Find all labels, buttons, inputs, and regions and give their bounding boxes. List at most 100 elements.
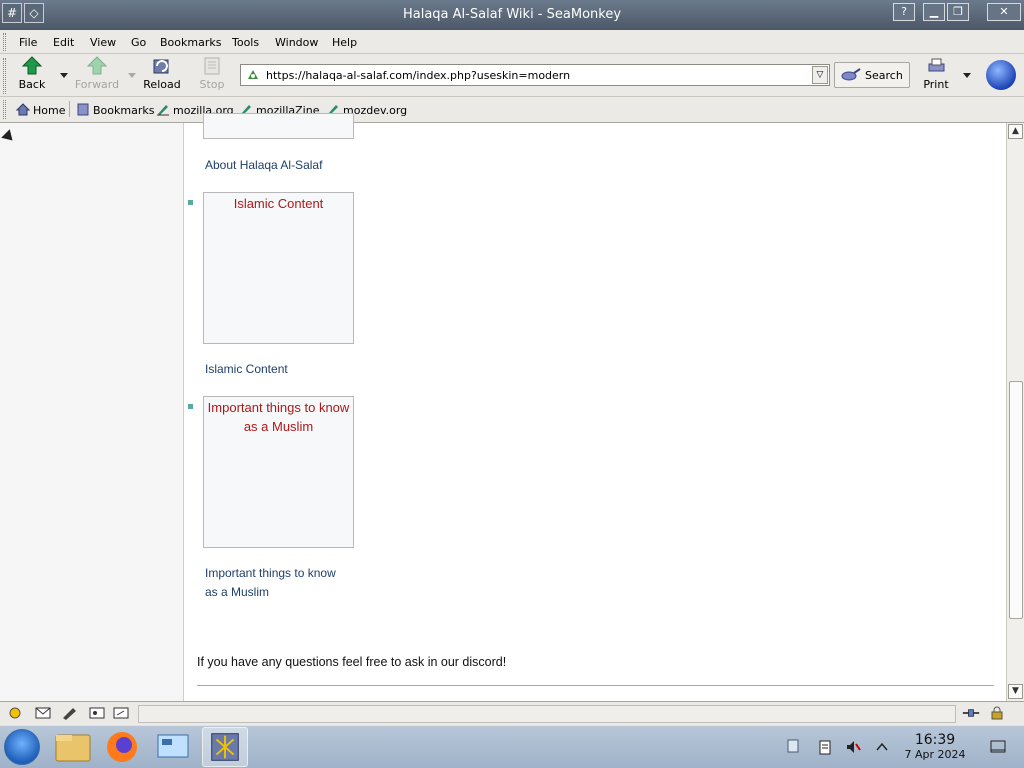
box-title-line[interactable]: Islamic Content	[204, 194, 353, 213]
reload-label: Reload	[143, 78, 181, 91]
list-bullet	[188, 404, 193, 409]
file-manager-icon[interactable]	[50, 727, 96, 767]
menu-view[interactable]: View	[90, 36, 116, 49]
forward-label: Forward	[74, 78, 120, 91]
box-title-line[interactable]: as a Muslim	[204, 417, 353, 436]
home-label: Home	[33, 104, 66, 117]
caption-line[interactable]: Islamic Content	[205, 362, 288, 376]
window-title: Halaqa Al-Salaf Wiki - SeaMonkey	[402, 7, 622, 22]
caption-line[interactable]: About Halaqa Al-Salaf	[205, 158, 322, 172]
sidebar	[0, 123, 184, 701]
chatzilla-icon[interactable]	[112, 706, 130, 720]
reload-button[interactable]: Reload	[138, 56, 186, 94]
seamonkey-throbber-icon[interactable]	[986, 60, 1016, 90]
toolbar-grip[interactable]	[3, 58, 6, 94]
toolbar-grip[interactable]	[3, 33, 6, 51]
clock-date: 7 Apr 2024	[904, 748, 966, 761]
help-button[interactable]: ?	[893, 3, 915, 21]
vertical-scrollbar[interactable]: ▲ ▼	[1006, 123, 1024, 701]
home-link[interactable]: Home	[16, 103, 65, 117]
section-box-important-things[interactable]: Important things to know as a Muslim	[203, 396, 354, 548]
section-box-about[interactable]	[203, 113, 354, 139]
menu-bookmarks[interactable]: Bookmarks	[160, 36, 221, 49]
os-taskbar: 16:39 7 Apr 2024	[0, 725, 1024, 768]
url-bar[interactable]: https://halaqa-al-salaf.com/index.php?us…	[240, 64, 830, 86]
bookmarks-icon	[77, 103, 89, 116]
status-text-field	[138, 705, 956, 723]
back-dropdown-icon[interactable]	[60, 73, 68, 78]
stop-icon	[204, 57, 220, 75]
print-icon	[928, 58, 945, 72]
menu-help[interactable]: Help	[332, 36, 357, 49]
page-body: About Halaqa Al-Salaf Islamic Content Is…	[184, 113, 1006, 701]
menu-edit[interactable]: Edit	[53, 36, 74, 49]
section-caption-about[interactable]: About Halaqa Al-Salaf	[205, 156, 322, 175]
stop-label: Stop	[199, 78, 225, 91]
bookmarks-link[interactable]: Bookmarks	[76, 103, 154, 117]
chevron-up-icon[interactable]	[874, 739, 890, 755]
section-box-islamic-content[interactable]: Islamic Content	[203, 192, 354, 344]
section-caption-islamic-content[interactable]: Islamic Content	[205, 360, 288, 379]
security-lock-icon[interactable]	[988, 706, 1006, 720]
content-area: About Halaqa Al-Salaf Islamic Content Is…	[0, 113, 1024, 701]
maximize-button[interactable]: ❐	[947, 3, 969, 21]
volume-muted-icon[interactable]	[845, 739, 861, 755]
box-title[interactable]: Islamic Content	[204, 193, 353, 213]
system-clock[interactable]: 16:39 7 Apr 2024	[898, 732, 972, 762]
back-arrow-icon	[22, 56, 42, 75]
close-button[interactable]: ✕	[987, 3, 1021, 21]
forward-arrow-icon	[87, 56, 107, 75]
window-titlebar: # ◇ Halaqa Al-Salaf Wiki - SeaMonkey ? ▁…	[0, 0, 1024, 30]
start-button[interactable]	[4, 729, 40, 765]
navigation-toolbar: Back Forward Reload Stop https://halaqa-…	[0, 54, 1024, 97]
show-desktop-icon[interactable]	[990, 738, 1006, 754]
clipboard-tray-icon[interactable]	[817, 739, 833, 755]
reload-icon	[153, 59, 169, 74]
control-panel-icon[interactable]	[150, 727, 196, 767]
scroll-down-icon[interactable]: ▼	[1008, 684, 1023, 699]
footer-text: If you have any questions feel free to a…	[197, 655, 507, 669]
url-text[interactable]: https://halaqa-al-salaf.com/index.php?us…	[266, 69, 570, 82]
scrollbar-thumb[interactable]	[1009, 381, 1023, 619]
back-label: Back	[18, 78, 46, 91]
caption-line[interactable]: Important things to know	[205, 564, 336, 583]
menu-tools[interactable]: Tools	[232, 36, 259, 49]
print-button[interactable]: Print	[912, 56, 960, 94]
horizontal-rule	[197, 685, 994, 686]
online-status-icon[interactable]	[962, 706, 980, 720]
home-icon	[16, 103, 30, 116]
clock-time: 16:39	[914, 732, 956, 748]
seamonkey-taskbar-icon[interactable]	[202, 727, 248, 767]
menubar: File Edit View Go Bookmarks Tools Window…	[0, 30, 1024, 54]
box-title[interactable]: Important things to know as a Muslim	[204, 397, 353, 436]
navigator-icon[interactable]	[6, 706, 24, 720]
stop-button[interactable]: Stop	[188, 56, 236, 94]
menu-file[interactable]: File	[19, 36, 37, 49]
link-icon	[157, 105, 169, 116]
mail-icon[interactable]	[34, 706, 52, 720]
firefox-icon[interactable]	[99, 727, 145, 767]
search-button[interactable]: Search	[834, 62, 910, 88]
print-dropdown-icon[interactable]	[963, 73, 971, 78]
address-book-icon[interactable]	[88, 706, 106, 720]
list-bullet	[188, 200, 193, 205]
caption-line[interactable]: as a Muslim	[205, 583, 336, 602]
forward-dropdown-icon[interactable]	[128, 73, 136, 78]
section-caption-important-things[interactable]: Important things to know as a Muslim	[205, 564, 336, 602]
search-icon	[841, 68, 861, 81]
scroll-up-icon[interactable]: ▲	[1008, 124, 1023, 139]
composer-icon[interactable]	[61, 706, 79, 720]
menu-go[interactable]: Go	[131, 36, 146, 49]
menu-window[interactable]: Window	[275, 36, 318, 49]
network-tray-icon[interactable]	[785, 738, 801, 754]
bookmarks-label: Bookmarks	[93, 104, 155, 117]
toolbar-grip[interactable]	[3, 100, 6, 119]
minimize-button[interactable]: ▁	[923, 3, 945, 21]
forward-button[interactable]: Forward	[73, 56, 121, 94]
search-label: Search	[865, 69, 903, 82]
site-identity-icon[interactable]	[246, 68, 260, 82]
box-title-line[interactable]: Important things to know	[204, 398, 353, 417]
url-dropdown-icon[interactable]: ▽	[812, 66, 828, 84]
back-button[interactable]: Back	[8, 56, 56, 94]
status-bar	[0, 701, 1024, 725]
